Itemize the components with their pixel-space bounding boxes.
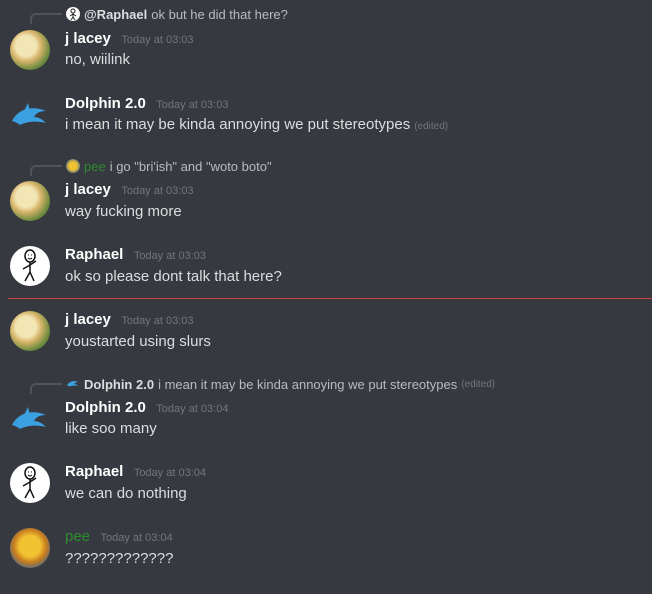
message-text: youstarted using slurs [65,333,211,350]
reply-text[interactable]: i mean it may be kinda annoying we put s… [158,377,457,392]
avatar[interactable] [10,311,50,351]
message-header: Raphael Today at 03:03 [65,246,206,264]
reply-connector [30,382,62,394]
message-header: pee Today at 03:04 [65,528,173,546]
timestamp: Today at 03:03 [121,34,194,46]
avatar[interactable] [10,463,50,503]
message-header: j lacey Today at 03:03 [65,30,194,48]
reply-reference[interactable]: @Raphael ok but he did that here? [30,6,288,24]
edited-tag: (edited) [414,121,449,132]
raphael-mini-avatar [66,7,80,21]
message-text: no, wiilink [65,51,131,68]
message-header: Dolphin 2.0 Today at 03:04 [65,399,228,417]
timestamp: Today at 03:03 [121,185,194,197]
dolphin-mini-avatar [66,377,80,391]
reply-connector [30,12,62,24]
new-messages-divider [8,298,652,299]
avatar[interactable] [10,30,50,70]
reply-reference[interactable]: pee i go "bri'ish" and "woto boto" [30,158,272,176]
username[interactable]: Raphael [65,246,123,263]
message-text: we can do nothing [65,485,187,502]
username[interactable]: Dolphin 2.0 [65,399,146,416]
message-text: like soo many [65,420,157,437]
timestamp: Today at 03:03 [121,315,194,327]
message-text: way fucking more [65,203,182,220]
stick-figure-icon [22,249,37,282]
message-text: ok so please dont talk that here? [65,268,282,285]
pee-mini-avatar [66,159,80,173]
dolphin-icon [12,407,46,429]
reply-author[interactable]: Dolphin 2.0 [84,377,154,392]
dolphin-icon [12,103,46,125]
username[interactable]: pee [65,528,90,545]
message-header: Raphael Today at 03:04 [65,463,206,481]
reply-text[interactable]: ok but he did that here? [151,7,288,22]
message-text: ????????????? [65,550,174,567]
timestamp: Today at 03:03 [133,250,206,262]
reply-connector [30,164,62,176]
message-header: j lacey Today at 03:03 [65,181,194,199]
timestamp: Today at 03:04 [133,467,206,479]
stick-figure-icon [22,466,37,499]
username[interactable]: Dolphin 2.0 [65,95,146,112]
avatar[interactable] [10,181,50,221]
avatar[interactable] [10,246,50,286]
username[interactable]: j lacey [65,311,111,328]
avatar[interactable] [10,528,50,568]
avatar[interactable] [10,401,50,441]
avatar[interactable] [10,97,50,137]
reply-author[interactable]: pee [84,159,106,174]
reply-text[interactable]: i go "bri'ish" and "woto boto" [110,159,272,174]
username[interactable]: Raphael [65,463,123,480]
username[interactable]: j lacey [65,181,111,198]
message-header: j lacey Today at 03:03 [65,311,194,329]
username[interactable]: j lacey [65,30,111,47]
reply-reference[interactable]: Dolphin 2.0 i mean it may be kinda annoy… [30,376,496,394]
reply-author[interactable]: @Raphael [84,7,147,22]
message-header: Dolphin 2.0 Today at 03:03 [65,95,228,113]
timestamp: Today at 03:04 [156,403,229,415]
edited-tag: (edited) [461,378,496,390]
message-text: i mean it may be kinda annoying we put s… [65,116,448,133]
timestamp: Today at 03:04 [100,532,173,544]
message-body: i mean it may be kinda annoying we put s… [65,116,411,133]
timestamp: Today at 03:03 [156,99,229,111]
